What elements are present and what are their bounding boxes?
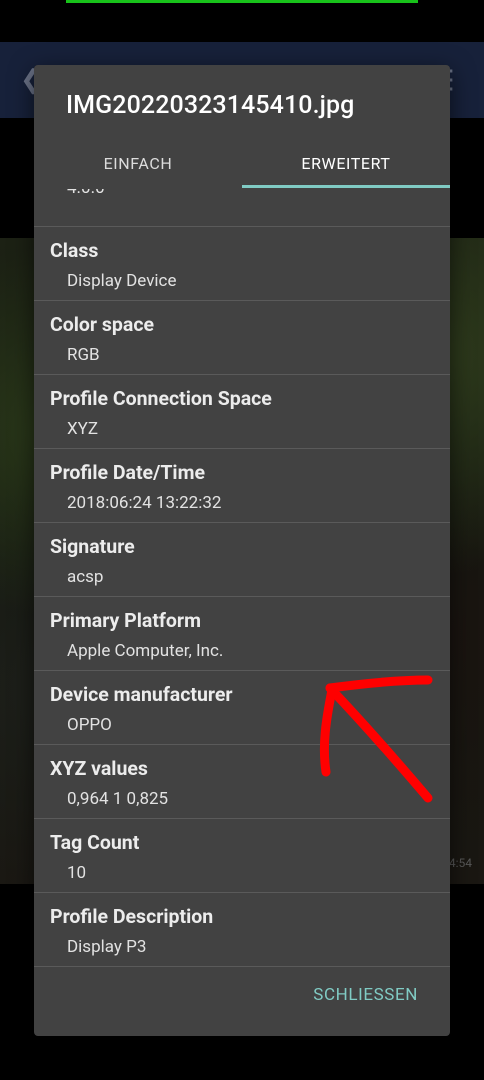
property-label: Profile Date/Time — [50, 461, 205, 484]
property-value: 2018:06:24 13:22:32 — [67, 493, 222, 513]
close-button[interactable]: SCHLIESSEN — [313, 985, 418, 1005]
property-value: XYZ — [67, 419, 99, 439]
property-label: Primary Platform — [50, 609, 201, 632]
property-value: acsp — [67, 567, 104, 587]
property-value: RGB — [67, 345, 100, 365]
property-label: Device manufacturer — [50, 683, 233, 706]
property-row-profile-date-time: Profile Date/Time 2018:06:24 13:22:32 — [34, 449, 450, 523]
tab-indicator — [242, 185, 450, 188]
property-value: Display Device — [67, 271, 177, 291]
property-row-class: Class Display Device — [34, 227, 450, 301]
property-row-tag-count: Tag Count 10 — [34, 819, 450, 893]
property-label: Profile Connection Space — [50, 387, 272, 410]
property-label: Profile Description — [50, 905, 214, 928]
property-row-color-space: Color space RGB — [34, 301, 450, 375]
dialog-title: IMG20220323145410.jpg — [66, 91, 355, 120]
property-value: Display P3 — [67, 937, 147, 957]
property-value: OPPO — [67, 715, 112, 735]
properties-list: 4.0.0 Class Display Device Color space R… — [34, 189, 450, 967]
photo-timestamp: 4:54 — [448, 856, 472, 870]
property-row-profile-connection-space: Profile Connection Space XYZ — [34, 375, 450, 449]
tab-bar: EINFACH ERWEITERT — [34, 137, 450, 189]
property-label: Tag Count — [50, 831, 140, 854]
property-row-version: 4.0.0 — [34, 189, 450, 227]
loading-progress-bar — [66, 0, 418, 3]
property-row-profile-description: Profile Description Display P3 — [34, 893, 450, 967]
property-value: 4.0.0 — [67, 189, 450, 199]
property-row-device-manufacturer: Device manufacturer OPPO — [34, 671, 450, 745]
property-value: 10 — [67, 863, 87, 883]
properties-scroll-area[interactable]: 4.0.0 Class Display Device Color space R… — [34, 189, 450, 973]
properties-dialog: IMG20220323145410.jpg EINFACH ERWEITERT … — [34, 65, 450, 1036]
property-label: XYZ values — [50, 757, 148, 780]
property-value: 0,964 1 0,825 — [67, 789, 169, 809]
property-row-signature: Signature acsp — [34, 523, 450, 597]
property-row-xyz-values: XYZ values 0,964 1 0,825 — [34, 745, 450, 819]
tab-erweitert[interactable]: ERWEITERT — [242, 137, 450, 189]
tab-einfach[interactable]: EINFACH — [34, 137, 242, 189]
property-value: Apple Computer, Inc. — [67, 641, 224, 661]
property-label: Class — [50, 239, 99, 262]
property-label: Color space — [50, 313, 155, 336]
property-row-primary-platform: Primary Platform Apple Computer, Inc. — [34, 597, 450, 671]
property-label: Signature — [50, 535, 135, 558]
